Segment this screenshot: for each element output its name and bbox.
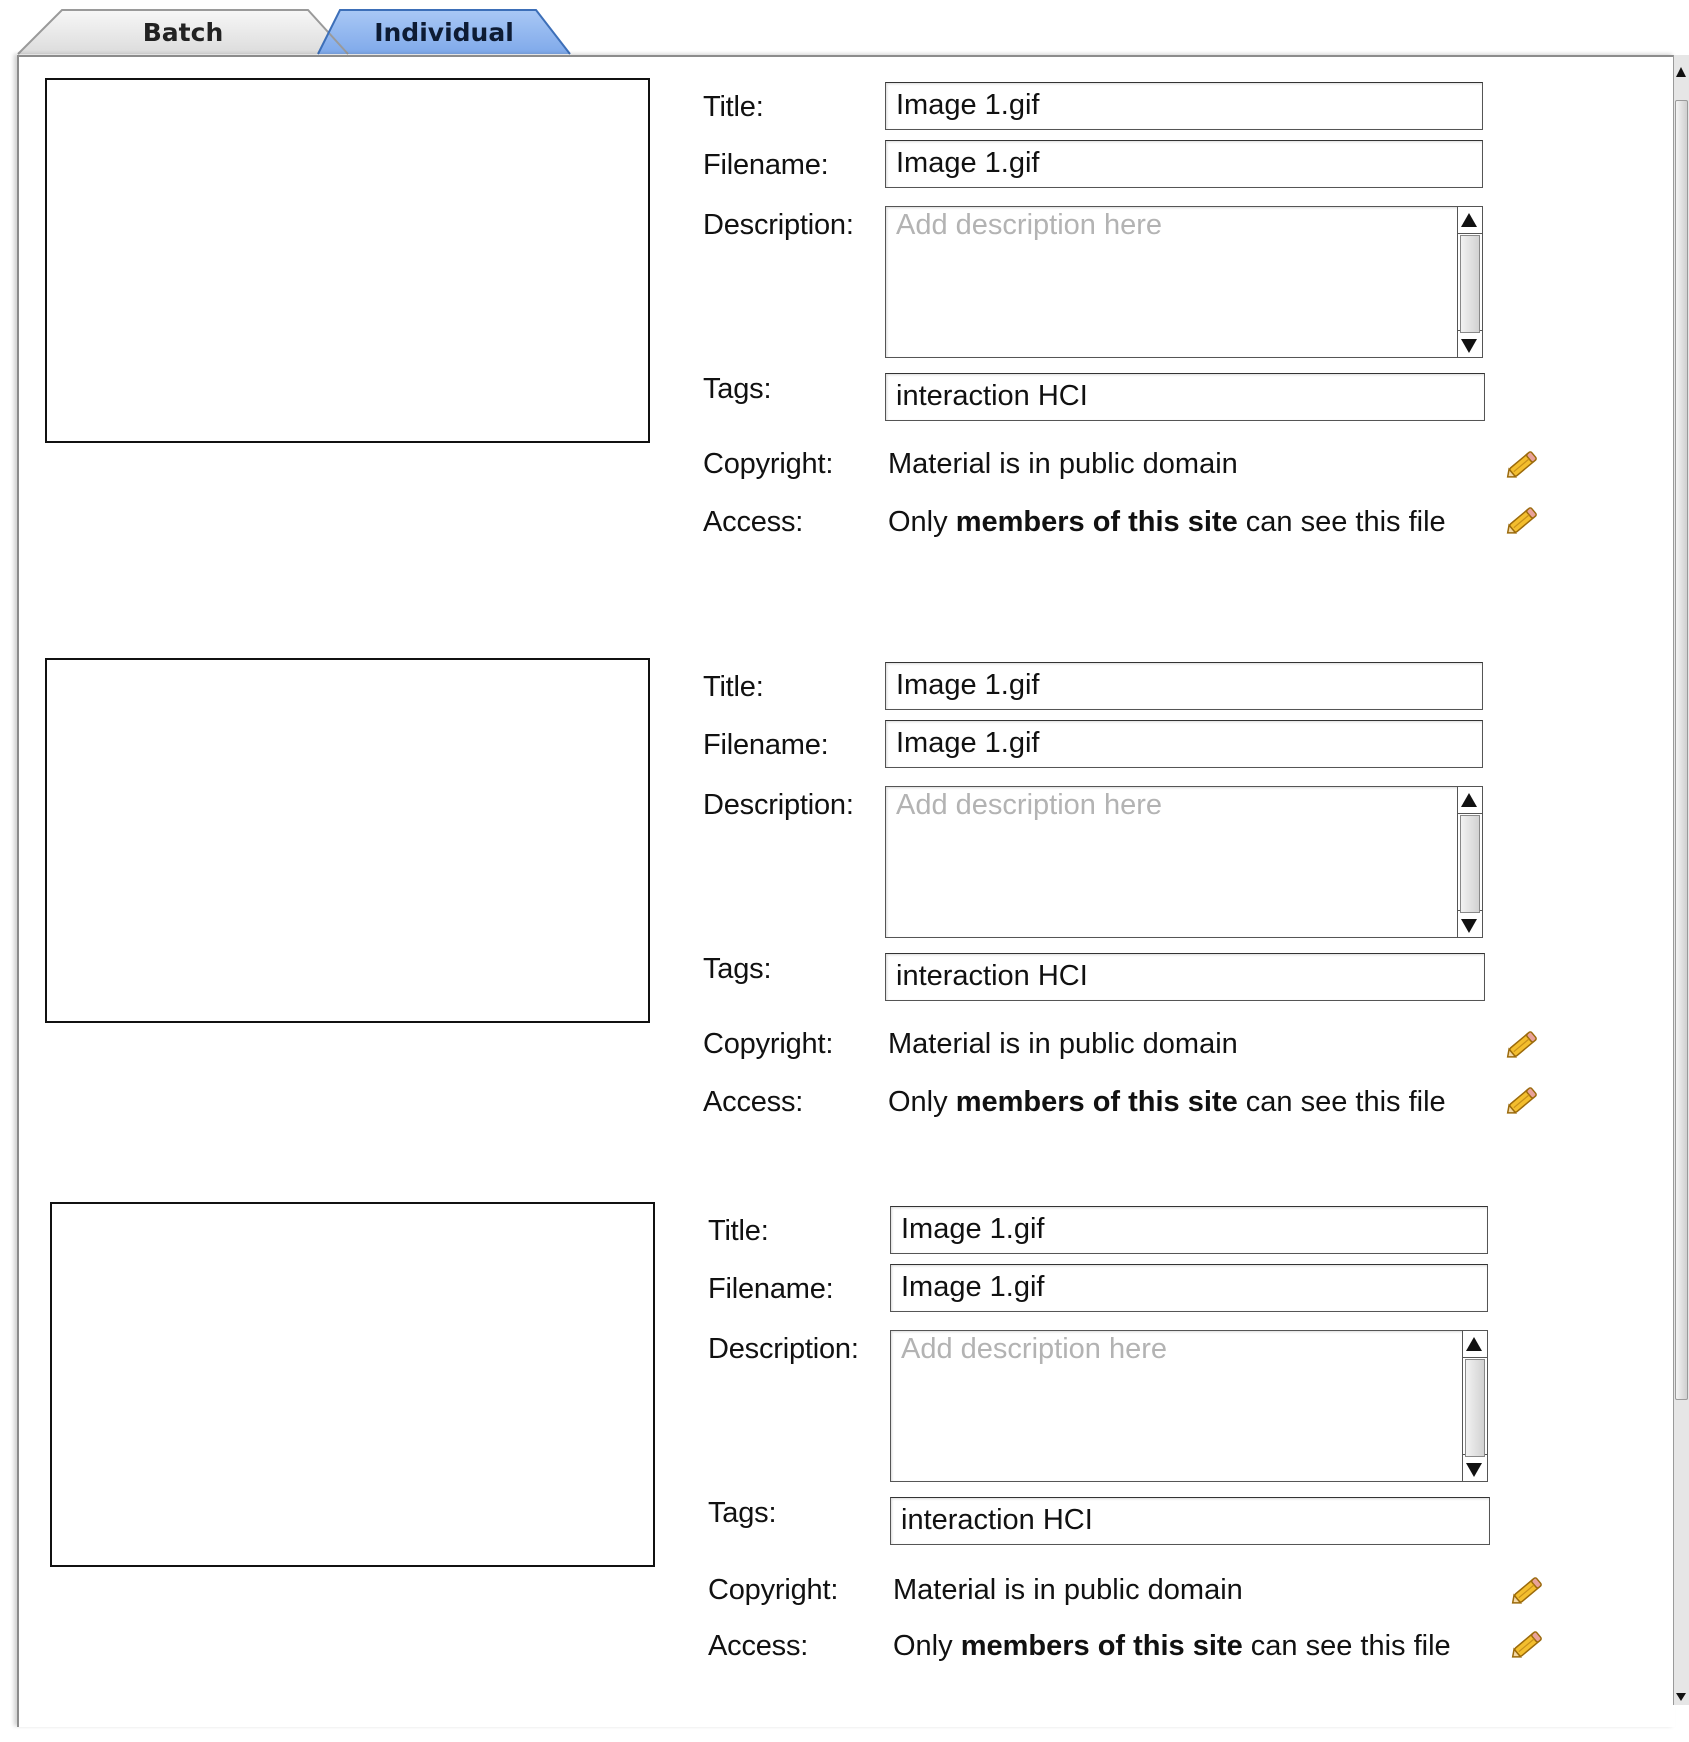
filename-label: Filename: (703, 729, 829, 761)
scroll-up-icon[interactable] (1466, 1337, 1482, 1351)
edit-copyright-pencil-icon[interactable] (1508, 1570, 1548, 1610)
access-value: Only members of this site can see this f… (888, 506, 1446, 538)
access-label: Access: (703, 506, 804, 538)
access-value: Only members of this site can see this f… (888, 1086, 1446, 1118)
description-placeholder: Add description here (896, 789, 1162, 821)
title-label: Title: (708, 1215, 769, 1247)
access-emphasis: members of this site (960, 1630, 1243, 1662)
tab-individual[interactable]: Individual (318, 10, 570, 54)
image-thumbnail (45, 658, 650, 1023)
description-textarea[interactable]: Add description here (885, 786, 1483, 938)
scroll-down-icon[interactable] (1461, 919, 1477, 933)
tags-label: Tags: (708, 1497, 777, 1529)
scroll-down-icon[interactable] (1466, 1463, 1482, 1477)
image-thumbnail (50, 1202, 655, 1567)
access-emphasis: members of this site (955, 1086, 1238, 1118)
description-placeholder: Add description here (901, 1333, 1167, 1365)
title-input[interactable]: Image 1.gif (890, 1206, 1488, 1254)
edit-access-pencil-icon[interactable] (1503, 1080, 1543, 1120)
filename-input[interactable]: Image 1.gif (890, 1264, 1488, 1312)
edit-access-pencil-icon[interactable] (1508, 1624, 1548, 1664)
filename-input[interactable]: Image 1.gif (885, 140, 1483, 188)
description-scroll-track[interactable] (1460, 815, 1480, 913)
description-scroll-track[interactable] (1460, 235, 1480, 333)
description-label: Description: (703, 209, 854, 241)
main-scrollbar[interactable] (1673, 55, 1689, 1705)
tags-input[interactable]: interaction HCI (885, 953, 1485, 1001)
scroll-down-arrow-icon[interactable] (1676, 1693, 1686, 1701)
copyright-value: Material is in public domain (893, 1574, 1243, 1606)
tab-individual-label: Individual (374, 17, 514, 47)
access-emphasis: members of this site (955, 506, 1238, 538)
copyright-value: Material is in public domain (888, 448, 1238, 480)
description-placeholder: Add description here (896, 209, 1162, 241)
access-label: Access: (703, 1086, 804, 1118)
description-label: Description: (703, 789, 854, 821)
filename-label: Filename: (708, 1273, 834, 1305)
tags-label: Tags: (703, 373, 772, 405)
description-scroll-track[interactable] (1465, 1359, 1485, 1457)
access-value: Only members of this site can see this f… (893, 1630, 1451, 1662)
title-input[interactable]: Image 1.gif (885, 82, 1483, 130)
edit-access-pencil-icon[interactable] (1503, 500, 1543, 540)
file-item: Title: Image 1.gif Filename: Image 1.gif… (45, 78, 1645, 618)
title-label: Title: (703, 91, 764, 123)
description-scrollbar[interactable] (1462, 1331, 1487, 1481)
edit-copyright-pencil-icon[interactable] (1503, 444, 1543, 484)
copyright-label: Copyright: (703, 1028, 834, 1060)
scroll-down-icon[interactable] (1461, 339, 1477, 353)
description-scrollbar[interactable] (1457, 207, 1482, 357)
title-input[interactable]: Image 1.gif (885, 662, 1483, 710)
access-label: Access: (708, 1630, 809, 1662)
tab-batch-label: Batch (142, 17, 224, 47)
scroll-up-arrow-icon[interactable] (1676, 67, 1686, 77)
description-scrollbar[interactable] (1457, 787, 1482, 937)
file-item: Title: Image 1.gif Filename: Image 1.gif… (50, 1202, 1650, 1742)
tags-label: Tags: (703, 953, 772, 985)
tab-batch[interactable]: Batch (18, 10, 348, 54)
scrollbar-thumb[interactable] (1675, 100, 1688, 1400)
copyright-value: Material is in public domain (888, 1028, 1238, 1060)
image-thumbnail (45, 78, 650, 443)
filename-input[interactable]: Image 1.gif (885, 720, 1483, 768)
description-textarea[interactable]: Add description here (885, 206, 1483, 358)
tags-input[interactable]: interaction HCI (890, 1497, 1490, 1545)
description-label: Description: (708, 1333, 859, 1365)
tags-input[interactable]: interaction HCI (885, 373, 1485, 421)
scroll-up-icon[interactable] (1461, 213, 1477, 227)
copyright-label: Copyright: (703, 448, 834, 480)
file-item: Title: Image 1.gif Filename: Image 1.gif… (45, 658, 1645, 1198)
filename-label: Filename: (703, 149, 829, 181)
description-textarea[interactable]: Add description here (890, 1330, 1488, 1482)
copyright-label: Copyright: (708, 1574, 839, 1606)
scroll-up-icon[interactable] (1461, 793, 1477, 807)
edit-copyright-pencil-icon[interactable] (1503, 1024, 1543, 1064)
title-label: Title: (703, 671, 764, 703)
